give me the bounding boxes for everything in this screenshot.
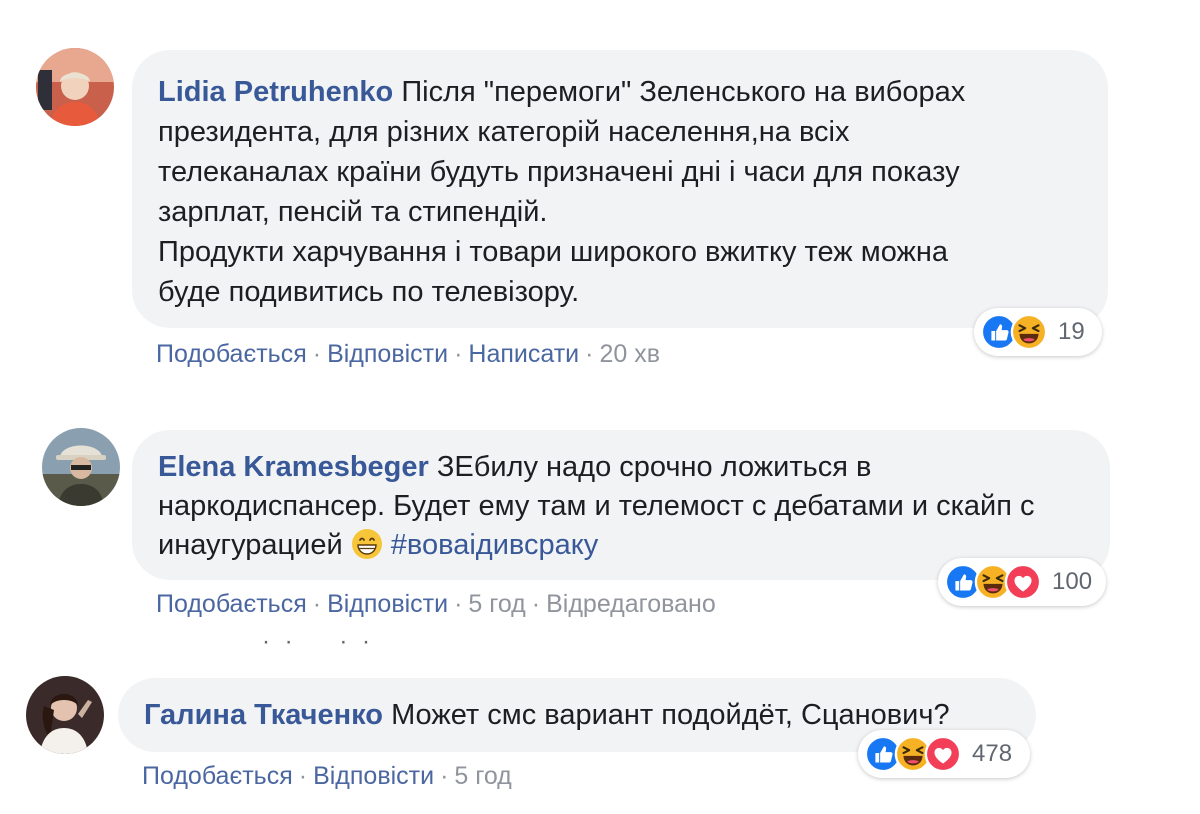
comment-text-line: наркодиспансер. Будет ему там и телемост…	[158, 490, 1035, 522]
avatar[interactable]	[42, 428, 120, 506]
love-icon	[1004, 563, 1042, 601]
comment-bubble: Lidia Petruhenko Після "перемоги" Зеленс…	[132, 50, 1108, 328]
timestamp[interactable]: 20 хв	[599, 340, 660, 368]
reaction-count: 19	[1058, 318, 1085, 345]
comment-author[interactable]: Lidia Petruhenko	[158, 76, 393, 108]
comment-text-line: Продукти харчування і товари широкого вж…	[158, 236, 949, 268]
comment-text-line: Может смс вариант подойдёт, Сцанович?	[391, 699, 950, 731]
comment-actions: Подобається · Відповісти · 5 год · Відредагова…	[156, 590, 716, 618]
reply-link[interactable]: Відповісти	[313, 762, 434, 790]
haha-icon	[1010, 313, 1048, 351]
more-comments-indicator: · · · ·	[262, 628, 374, 655]
grinning-emoji-icon	[351, 528, 383, 560]
timestamp[interactable]: 5 год	[468, 590, 525, 618]
love-icon	[924, 735, 962, 773]
comment-text-line: Після "перемоги" Зеленського на виборах	[401, 76, 966, 108]
avatar[interactable]	[36, 48, 114, 126]
like-link[interactable]: Подобається	[156, 340, 307, 368]
reply-link[interactable]: Відповісти	[327, 340, 448, 368]
reaction-count: 100	[1052, 568, 1093, 595]
like-link[interactable]: Подобається	[156, 590, 307, 618]
avatar[interactable]	[26, 676, 104, 754]
reply-link[interactable]: Відповісти	[327, 590, 448, 618]
comment-text-line: президента, для різних категорій населен…	[158, 116, 850, 148]
hashtag-link[interactable]: #воваідивсраку	[391, 529, 598, 561]
message-link[interactable]: Написати	[468, 340, 579, 368]
edited-label[interactable]: Відредаговано	[546, 590, 716, 618]
reactions-summary[interactable]: 100	[938, 558, 1106, 606]
reactions-summary[interactable]: 19	[974, 308, 1102, 356]
comment-actions: Подобається · Відповісти · 5 год	[142, 762, 512, 790]
reaction-count: 478	[972, 740, 1013, 767]
comment-text-line: телеканалах країни будуть призначені дні…	[158, 156, 960, 188]
like-link[interactable]: Подобається	[142, 762, 293, 790]
comment-author[interactable]: Elena Kramesbeger	[158, 451, 429, 483]
comment-author[interactable]: Галина Ткаченко	[144, 699, 383, 731]
timestamp[interactable]: 5 год	[454, 762, 511, 790]
comment-text-line: ЗЕбилу надо срочно ложиться в	[436, 451, 872, 483]
avatar-photo-icon	[42, 428, 120, 506]
comment-text-line: инаугурацией	[158, 529, 343, 561]
comment-text-line: зарплат, пенсій та стипендій.	[158, 196, 548, 228]
avatar-photo-icon	[26, 676, 104, 754]
avatar-photo-icon	[36, 48, 114, 126]
reactions-summary[interactable]: 478	[858, 730, 1030, 778]
comment-text-line: буде подивитись по телевізору.	[158, 276, 580, 308]
comment-actions: Подобається · Відповісти · Написати · 20 хв	[156, 340, 661, 368]
